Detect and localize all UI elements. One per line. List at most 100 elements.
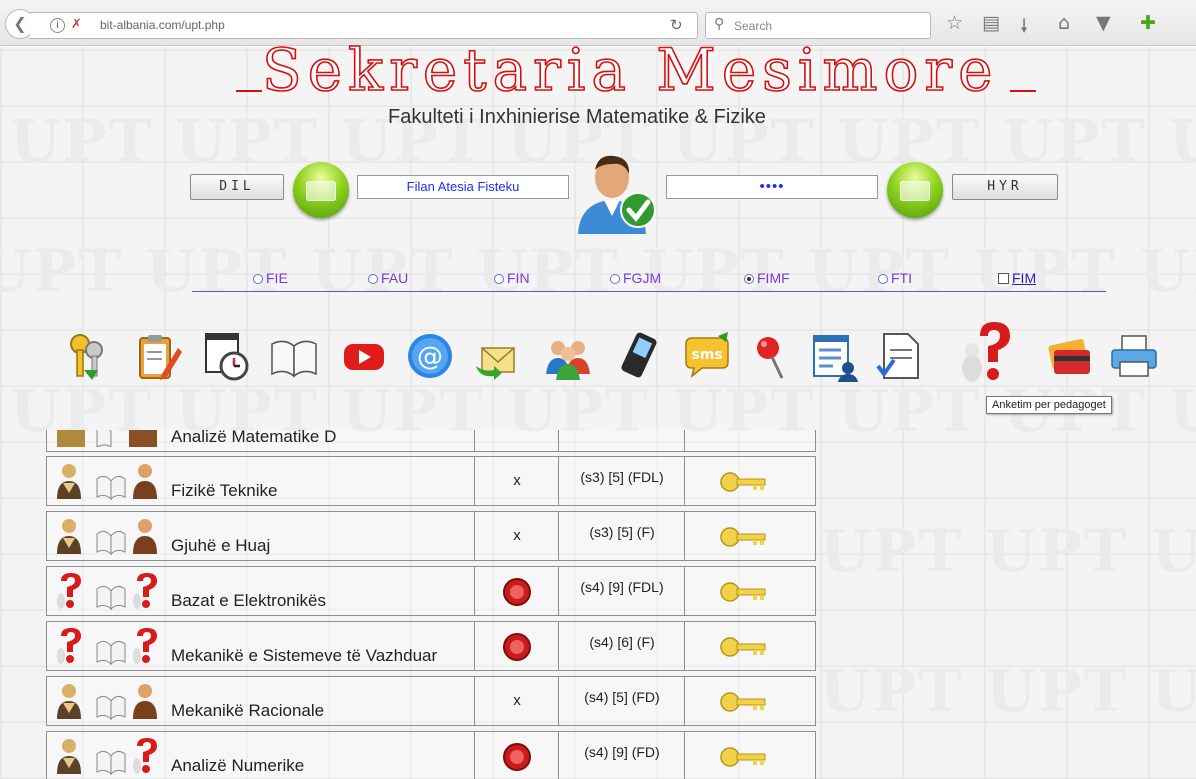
key-icon[interactable] (719, 689, 769, 715)
addon-icon[interactable]: ✚ (1140, 12, 1156, 34)
mobile-phone-icon[interactable] (612, 330, 664, 382)
download-arrow-icon[interactable]: 🠗 (1020, 12, 1028, 44)
reading-list-icon[interactable]: ▤ (982, 12, 1000, 34)
course-name[interactable]: Analizë Numerike (171, 756, 304, 776)
key-icon[interactable] (719, 524, 769, 550)
faculty-option-fgjm[interactable]: FGJM (598, 270, 738, 292)
question-mark-icon (57, 573, 81, 609)
keyboard-orb-icon[interactable] (887, 162, 943, 218)
table-row: Gjuhë e Huaj x (s3) [5] (F) (46, 511, 816, 561)
bookmark-star-icon[interactable]: ☆ (946, 12, 963, 34)
keyboard-orb-icon[interactable] (293, 162, 349, 218)
keyboard-icon (900, 181, 930, 201)
title-underline (236, 90, 262, 92)
course-name[interactable]: Fizikë Teknike (171, 481, 277, 501)
radio-button-selected[interactable] (744, 274, 754, 284)
username-field[interactable]: Filan Atesia Fisteku (357, 175, 569, 199)
pocket-icon[interactable]: ▼ (1096, 12, 1111, 34)
row-icons (57, 573, 157, 611)
table-row: Analizë Matematike D (46, 430, 816, 452)
pushpin-icon[interactable] (744, 330, 796, 382)
table-row: Mekanikë e Sistemeve të Vazhduar (s4) [6… (46, 621, 816, 671)
faculty-option-fau[interactable]: FAU (358, 270, 488, 292)
question-mark-icon (133, 738, 157, 774)
svg-text:@: @ (417, 342, 443, 372)
radio-button[interactable] (368, 274, 378, 284)
course-name[interactable]: Gjuhë e Huaj (171, 536, 270, 556)
keys-icon[interactable] (62, 330, 114, 382)
course-info: (s4) [5] (FD) (584, 689, 660, 705)
site-info-icon[interactable]: i (50, 18, 65, 33)
mixed-content-icon[interactable]: ✗ (71, 17, 82, 32)
address-bar[interactable]: i ✗ bit-albania.com/upt.php ↻ (30, 12, 698, 39)
user-list-icon[interactable] (808, 330, 860, 382)
radio-button[interactable] (878, 274, 888, 284)
reload-icon[interactable]: ↻ (670, 16, 683, 34)
faculty-option-fim[interactable]: FIM (994, 270, 1106, 292)
radio-button[interactable] (494, 274, 504, 284)
user-avatar-icon (578, 155, 656, 234)
magnifier-icon: ⚲ (714, 16, 725, 32)
radio-button[interactable] (253, 274, 263, 284)
checklist-document-icon[interactable] (874, 330, 926, 382)
key-icon[interactable] (719, 634, 769, 660)
course-name[interactable]: Mekanikë Racionale (171, 701, 324, 721)
table-row: Analizë Numerike (s4) [9] (FD) (46, 731, 816, 779)
table-row: Bazat e Elektronikës (s4) [9] (FDL) (46, 566, 816, 616)
sms-icon[interactable]: sms (682, 330, 734, 382)
site-title: Sekretaria Mesimore (236, 35, 1036, 105)
stop-sign-icon (503, 633, 531, 661)
youtube-icon[interactable] (338, 330, 390, 382)
course-name[interactable]: Bazat e Elektronikës (171, 591, 326, 611)
status-mark: x (513, 527, 521, 544)
radio-button[interactable] (610, 274, 620, 284)
key-icon[interactable] (719, 469, 769, 495)
row-icons (57, 684, 157, 721)
faculty-name: Fakulteti i Inxhinierise Matematike & Fi… (388, 106, 766, 128)
teacher-icon (133, 684, 157, 719)
open-book-icon[interactable] (268, 330, 320, 382)
faculty-option-fin[interactable]: FIN (488, 270, 598, 292)
stop-sign-icon (503, 578, 531, 606)
faculty-option-fimf[interactable]: FIMF (738, 270, 868, 292)
teacher-icon (57, 519, 81, 554)
users-group-icon[interactable] (542, 330, 594, 382)
printer-icon[interactable] (1108, 330, 1160, 382)
stop-sign-icon (503, 743, 531, 771)
teacher-icon (57, 739, 81, 774)
password-field[interactable]: •••• (666, 175, 878, 199)
schedule-clock-icon[interactable] (200, 330, 252, 382)
teacher-icon (133, 464, 157, 499)
teacher-icon (57, 464, 81, 499)
url-text[interactable]: bit-albania.com/upt.php (100, 18, 225, 32)
course-name[interactable]: Mekanikë e Sistemeve të Vazhduar (171, 646, 437, 666)
row-icons (57, 738, 157, 776)
watermark: UPT UPT UPT UPT (820, 517, 1196, 585)
site-title-text: Sekretaria Mesimore (261, 35, 999, 105)
watermark: UPT UPT UPT UPT (820, 657, 1196, 725)
keyboard-icon (306, 181, 336, 201)
faculty-option-fti[interactable]: FTI (868, 270, 994, 292)
login-button[interactable]: HYR (952, 174, 1058, 200)
key-icon[interactable] (719, 579, 769, 605)
row-status-icons (57, 430, 157, 447)
browser-search-input[interactable]: ⚲ Search (705, 12, 931, 39)
question-mark-icon (133, 573, 157, 609)
logout-button[interactable]: DIL (190, 174, 284, 200)
mail-exchange-icon[interactable] (472, 330, 524, 382)
faculty-option-fie[interactable]: FIE (192, 270, 358, 292)
home-icon[interactable]: ⌂ (1058, 12, 1070, 34)
question-mark-icon (133, 628, 157, 664)
course-name: Analizë Matematike D (171, 430, 337, 446)
key-icon[interactable] (719, 744, 769, 770)
row-icons (57, 519, 157, 556)
help-question-icon[interactable] (952, 318, 1016, 394)
credit-cards-icon[interactable] (1044, 330, 1096, 382)
table-row: Fizikë Teknike x (s3) [5] (FDL) (46, 456, 816, 506)
search-placeholder: Search (734, 19, 773, 33)
course-info: (s4) [9] (FD) (584, 744, 660, 760)
checkbox[interactable] (998, 273, 1009, 284)
teacher-icon (133, 519, 157, 554)
clipboard-edit-icon[interactable] (132, 330, 184, 382)
email-at-icon[interactable]: @ (404, 330, 456, 382)
